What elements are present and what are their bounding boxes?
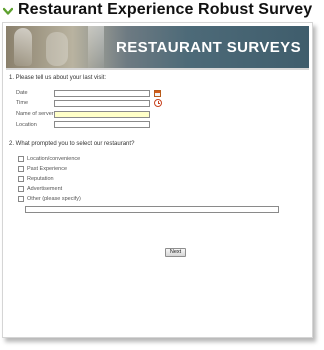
location-field[interactable] bbox=[54, 121, 150, 128]
advertisement-checkbox[interactable] bbox=[18, 186, 24, 192]
chevron-down-icon bbox=[3, 7, 13, 15]
date-field[interactable] bbox=[54, 90, 150, 97]
server-name-label: Name of server bbox=[16, 111, 54, 117]
time-field[interactable] bbox=[54, 100, 150, 107]
survey-banner: RESTAURANT SURVEYS bbox=[6, 26, 309, 68]
question-2-text: 2. What prompted you to select our resta… bbox=[9, 141, 135, 147]
option-label: Reputation bbox=[27, 176, 54, 182]
banner-title: RESTAURANT SURVEYS bbox=[115, 39, 301, 56]
time-label: Time bbox=[16, 100, 29, 106]
date-label: Date bbox=[16, 90, 28, 96]
divider bbox=[6, 68, 309, 70]
other-checkbox[interactable] bbox=[18, 196, 24, 202]
location-label: Location bbox=[16, 122, 37, 128]
page-header: Restaurant Experience Robust Survey bbox=[0, 0, 324, 22]
banner-photo bbox=[14, 28, 32, 66]
clock-icon[interactable] bbox=[154, 99, 162, 107]
reputation-checkbox[interactable] bbox=[18, 176, 24, 182]
banner-photo-detail bbox=[88, 26, 104, 68]
next-button[interactable]: Next bbox=[165, 248, 186, 257]
other-specify-field[interactable] bbox=[25, 206, 279, 213]
banner-photo-detail bbox=[46, 32, 68, 66]
question-1-text: 1. Please tell us about your last visit: bbox=[9, 75, 107, 81]
server-name-field[interactable] bbox=[54, 111, 150, 118]
location-convenience-checkbox[interactable] bbox=[18, 156, 24, 162]
survey-frame: RESTAURANT SURVEYS 1. Please tell us abo… bbox=[2, 22, 313, 338]
option-label: Advertisement bbox=[27, 186, 63, 192]
option-label: Other (please specify) bbox=[27, 196, 81, 202]
option-label: Location/convenience bbox=[27, 156, 81, 162]
page-title: Restaurant Experience Robust Survey bbox=[18, 1, 313, 18]
past-experience-checkbox[interactable] bbox=[18, 166, 24, 172]
option-label: Past Experience bbox=[27, 166, 68, 172]
calendar-icon[interactable] bbox=[154, 90, 161, 97]
